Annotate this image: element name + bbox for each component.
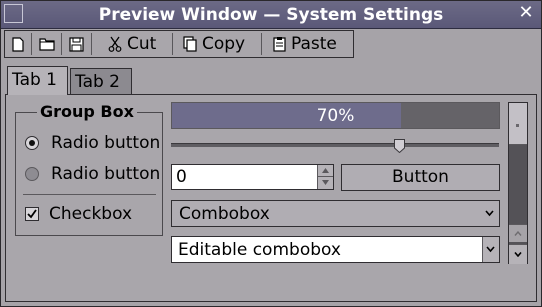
scrollbar-thumb[interactable] bbox=[509, 103, 527, 145]
cut-label: Cut bbox=[127, 34, 157, 54]
new-file-icon bbox=[12, 36, 24, 52]
slider-track[interactable] bbox=[171, 143, 499, 147]
radio-button-1-label: Radio button bbox=[51, 133, 161, 153]
editable-combobox-value[interactable]: Editable combobox bbox=[178, 240, 341, 260]
toolbar: Cut Copy Paste bbox=[4, 30, 354, 58]
checkbox-label: Checkbox bbox=[49, 204, 133, 224]
chevron-down-icon bbox=[514, 252, 522, 257]
clipboard-icon bbox=[273, 36, 286, 52]
progress-bar: 70% bbox=[171, 102, 500, 129]
chevron-down-icon bbox=[322, 180, 329, 185]
folder-icon bbox=[39, 37, 55, 51]
editable-combobox[interactable]: Editable combobox bbox=[171, 236, 500, 263]
open-folder-button[interactable] bbox=[33, 33, 62, 55]
window-title: Preview Window — System Settings bbox=[98, 5, 444, 25]
slider-handle[interactable] bbox=[394, 138, 405, 154]
group-box-title: Group Box bbox=[37, 103, 137, 121]
scissors-icon bbox=[108, 36, 122, 52]
close-icon[interactable]: ✕ bbox=[517, 3, 535, 23]
radio-button-1[interactable] bbox=[25, 136, 39, 150]
chevron-down-icon bbox=[486, 246, 495, 253]
chevron-up-icon bbox=[514, 231, 522, 236]
paste-label: Paste bbox=[291, 34, 337, 54]
floppy-disk-icon bbox=[69, 36, 84, 52]
tab-1[interactable]: Tab 1 bbox=[7, 66, 68, 95]
title-bar[interactable]: Preview Window — System Settings ✕ bbox=[1, 1, 541, 29]
chevron-down-icon bbox=[485, 210, 494, 217]
vertical-scrollbar[interactable] bbox=[508, 102, 528, 264]
tab-1-label: Tab 1 bbox=[12, 70, 57, 90]
paste-button[interactable]: Paste bbox=[263, 33, 351, 55]
progress-text: 70% bbox=[316, 106, 355, 126]
spinbox[interactable]: 0 bbox=[171, 164, 334, 190]
preview-window: Preview Window — System Settings ✕ Cut C… bbox=[0, 0, 542, 307]
push-button[interactable]: Button bbox=[341, 164, 500, 191]
radio-button-2-label: Radio button bbox=[51, 164, 161, 184]
editable-combobox-dropdown-button[interactable] bbox=[482, 237, 499, 262]
cut-button[interactable]: Cut bbox=[100, 33, 173, 55]
copy-label: Copy bbox=[202, 34, 246, 54]
chevron-up-icon bbox=[322, 168, 329, 173]
group-box-separator bbox=[23, 194, 156, 195]
copy-icon bbox=[183, 36, 197, 52]
spinbox-value: 0 bbox=[176, 167, 187, 187]
tab-2-label: Tab 2 bbox=[75, 72, 120, 92]
spinbox-down-button[interactable] bbox=[318, 177, 333, 188]
radio-button-2[interactable] bbox=[25, 167, 39, 181]
tab-2[interactable]: Tab 2 bbox=[70, 68, 132, 95]
scroll-up-button[interactable] bbox=[509, 224, 527, 242]
spinbox-up-button[interactable] bbox=[318, 165, 333, 177]
save-button[interactable] bbox=[63, 33, 92, 55]
combobox-value: Combobox bbox=[179, 204, 270, 224]
scroll-down-button[interactable] bbox=[509, 244, 527, 264]
new-file-button[interactable] bbox=[7, 33, 32, 55]
copy-button[interactable]: Copy bbox=[174, 33, 262, 55]
combobox[interactable]: Combobox bbox=[171, 200, 500, 227]
spinbox-arrows bbox=[317, 165, 333, 189]
checkbox[interactable] bbox=[25, 207, 39, 221]
grip-icon bbox=[516, 124, 519, 127]
checkmark-icon bbox=[27, 209, 37, 219]
